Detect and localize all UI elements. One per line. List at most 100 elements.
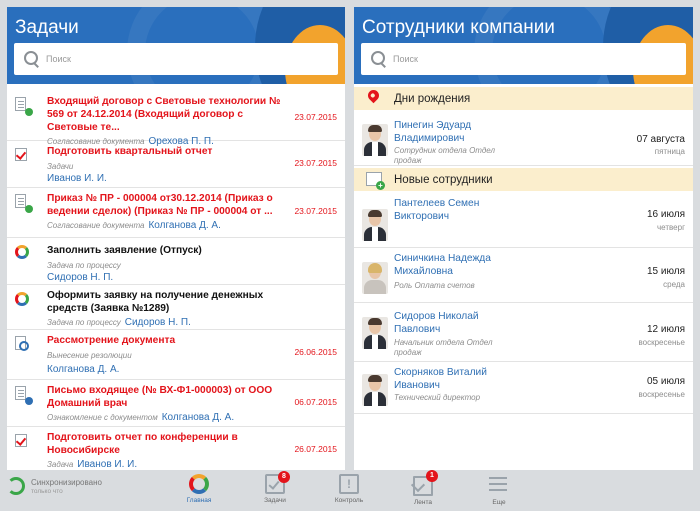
task-item[interactable]: Подготовить квартальный отчет Задачи Ива…	[7, 141, 345, 188]
person-day: воскресенье	[638, 390, 686, 399]
document-read-icon	[15, 386, 33, 405]
task-type: Задача по процессу	[47, 261, 121, 270]
nav-feed[interactable]: 1 Лента	[393, 470, 453, 506]
task-type: Задача по процессу	[47, 318, 121, 327]
document-approve-icon	[15, 194, 33, 213]
new-employee-icon	[366, 172, 385, 190]
new-employee[interactable]: Сидоров Николай Павлович Начальник отдел…	[354, 303, 693, 362]
employees-panel: Сотрудники компании Дни рождения Пинегин…	[354, 7, 693, 470]
task-title: Приказ № ПР - 000004 от30.12.2014 (Прика…	[47, 193, 273, 217]
tasks-search-input[interactable]	[46, 54, 306, 64]
task-item[interactable]: Входящий договор с Световые технологии №…	[7, 91, 345, 147]
person-name: Пинегин Эдуард Владимирович	[394, 120, 472, 144]
task-date: 23.07.2015	[294, 158, 337, 168]
task-item[interactable]: Заполнить заявление (Отпуск) Задача по п…	[7, 238, 345, 285]
person-role: Технический директор	[394, 393, 481, 402]
nav-label: Еще	[492, 499, 506, 506]
new-employee[interactable]: Скорняков Виталий Иванович Технический д…	[354, 362, 693, 414]
tasks-badge: 8	[278, 471, 290, 483]
person-date: 07 августа	[636, 134, 685, 145]
task-person[interactable]: Колганова Д. А.	[162, 412, 234, 423]
task-person[interactable]: Колганова Д. А.	[47, 363, 337, 376]
person-role: Начальник отдела Отдел продаж	[394, 338, 493, 357]
avatar	[362, 317, 388, 349]
task-date: 06.07.2015	[294, 397, 337, 407]
search-icon	[24, 51, 40, 67]
tasks-search[interactable]	[14, 43, 338, 75]
document-review-icon	[15, 336, 29, 352]
feed-badge: 1	[426, 470, 438, 482]
task-item[interactable]: Рассмотрение документа Вынесение резолюц…	[7, 330, 345, 380]
task-person[interactable]: Сидоров Н. П.	[47, 271, 337, 284]
process-icon	[15, 291, 29, 307]
document-approve-icon	[15, 97, 33, 116]
nav-label: Задачи	[264, 497, 286, 504]
nav-tasks[interactable]: 8 Задачи	[245, 471, 305, 504]
home-icon	[189, 474, 209, 494]
process-icon	[15, 244, 29, 260]
person-name: Сидоров Николай Павлович	[394, 311, 479, 335]
nav-label: Главная	[186, 497, 212, 504]
control-icon	[339, 474, 359, 494]
birthdays-label: Дни рождения	[394, 92, 471, 105]
person-name: Скорняков Виталий Иванович	[394, 367, 487, 391]
birthdays-section[interactable]: Дни рождения	[354, 87, 693, 110]
person-date: 05 июля	[646, 376, 685, 387]
employees-search-input[interactable]	[393, 54, 653, 64]
new-employee[interactable]: Синичкина Надежда Михайловна Роль Оплата…	[354, 248, 693, 303]
task-title: Письмо входящее (№ ВХ-Ф1-000003) от ООО …	[47, 385, 273, 409]
task-check-icon	[15, 147, 29, 163]
task-list: Входящий договор с Световые технологии №…	[7, 91, 345, 470]
person-date: 16 июля	[646, 209, 685, 220]
tasks-title: Задачи	[15, 17, 79, 38]
avatar	[362, 209, 388, 241]
task-date: 26.06.2015	[294, 347, 337, 357]
task-person[interactable]: Сидоров Н. П.	[125, 317, 191, 328]
task-type: Согласование документа	[47, 221, 145, 230]
tasks-icon: 8	[265, 471, 290, 494]
task-title: Рассмотрение документа	[47, 335, 176, 346]
task-person[interactable]: Колганова Д. А.	[148, 220, 220, 231]
task-title: Входящий договор с Световые технологии №…	[47, 96, 281, 133]
nav-label: Контроль	[334, 497, 364, 504]
employees-title: Сотрудники компании	[362, 17, 555, 38]
bottom-bar: Синхронизировано только что Главная 8 За…	[0, 470, 700, 511]
person-date: 15 июля	[646, 266, 685, 277]
sync-icon[interactable]	[7, 477, 25, 495]
person-role: Сотрудник отдела Отдел продаж	[394, 146, 495, 165]
new-employees-section[interactable]: Новые сотрудники	[354, 168, 693, 191]
task-type: Задача	[47, 460, 74, 469]
new-employees-label: Новые сотрудники	[394, 173, 493, 186]
person-day: среда	[663, 280, 685, 289]
sync-status: Синхронизировано	[31, 478, 102, 487]
new-employee[interactable]: Пантелеев Семен Викторович 16 июля четве…	[354, 193, 693, 248]
employees-header: Сотрудники компании	[354, 7, 693, 84]
feed-icon: 1	[413, 470, 438, 496]
task-check-icon	[15, 433, 29, 449]
search-icon	[371, 51, 387, 67]
employees-search[interactable]	[361, 43, 686, 75]
tasks-panel: Задачи Входящий договор с Световые техно…	[7, 7, 345, 470]
task-item[interactable]: Письмо входящее (№ ВХ-Ф1-000003) от ООО …	[7, 380, 345, 427]
task-item[interactable]: Оформить заявку на получение денежных ср…	[7, 285, 345, 330]
task-item[interactable]: Подготовить отчет по конференции в Новос…	[7, 427, 345, 470]
task-title: Подготовить отчет по конференции в Новос…	[47, 432, 238, 456]
tasks-header: Задачи	[7, 7, 345, 84]
task-person[interactable]: Иванов И. И.	[77, 459, 137, 470]
pin-icon	[365, 87, 382, 104]
birthday-person[interactable]: Пинегин Эдуард Владимирович Сотрудник от…	[354, 113, 693, 166]
task-title: Оформить заявку на получение денежных ср…	[47, 290, 264, 314]
task-person[interactable]: Иванов И. И.	[47, 172, 337, 185]
task-title: Заполнить заявление (Отпуск)	[47, 245, 202, 256]
task-title: Подготовить квартальный отчет	[47, 146, 213, 157]
avatar	[362, 374, 388, 406]
avatar	[362, 262, 388, 294]
nav-more[interactable]: Еще	[469, 472, 529, 506]
person-day: воскресенье	[638, 338, 686, 347]
person-role: Роль Оплата счетов	[394, 281, 475, 290]
task-item[interactable]: Приказ № ПР - 000004 от30.12.2014 (Прика…	[7, 188, 345, 238]
person-name: Синичкина Надежда Михайловна	[394, 253, 491, 277]
nav-label: Лента	[414, 499, 432, 506]
nav-control[interactable]: Контроль	[319, 472, 379, 504]
nav-home[interactable]: Главная	[169, 472, 229, 504]
